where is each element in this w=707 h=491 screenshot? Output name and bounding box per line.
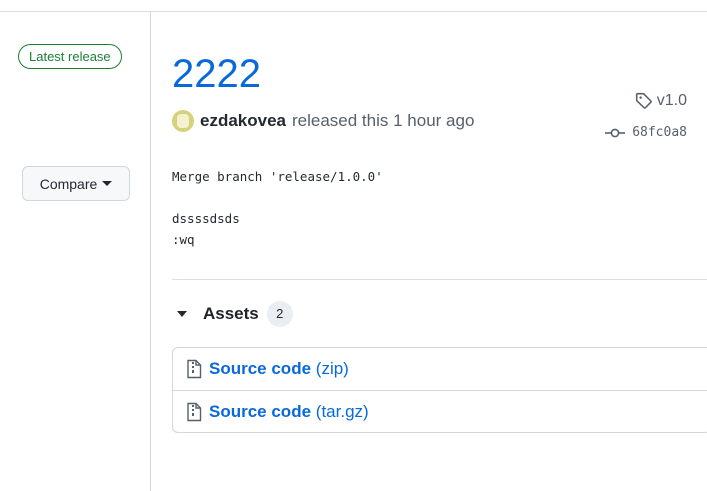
- tag-label: v1.0: [656, 92, 687, 109]
- tag-link[interactable]: v1.0: [635, 92, 687, 110]
- asset-download-link[interactable]: Source code (zip): [209, 359, 349, 379]
- commit-sha: 68fc0a8: [632, 125, 687, 140]
- assets-toggle[interactable]: Assets 2: [172, 301, 293, 327]
- list-item: Source code (zip): [173, 348, 707, 390]
- assets-count-badge: 2: [266, 301, 293, 327]
- release-notes: Merge branch 'release/1.0.0' dssssdsds :…: [172, 166, 383, 250]
- notes-line: dssssdsds: [172, 211, 240, 226]
- asset-name: Source code: [209, 401, 312, 421]
- release-byline: ezdakovea released this 1 hour ago: [172, 110, 474, 132]
- column-divider: [150, 12, 151, 491]
- asset-ext: (tar.gz): [315, 401, 369, 421]
- file-zip-icon: [187, 359, 202, 379]
- section-divider: [172, 279, 707, 280]
- assets-heading: Assets: [203, 304, 259, 323]
- list-item: Source code (tar.gz): [173, 390, 707, 432]
- compare-button[interactable]: Compare: [22, 166, 130, 201]
- assets-list: Source code (zip) Source code (tar.gz): [172, 347, 707, 433]
- compare-label: Compare: [39, 175, 98, 192]
- release-sidebar: [0, 12, 150, 491]
- asset-ext: (zip): [315, 359, 349, 378]
- author-link[interactable]: ezdakovea: [200, 111, 286, 131]
- asset-name: Source code: [209, 359, 312, 378]
- latest-release-badge: Latest release: [18, 44, 122, 69]
- git-commit-icon: [605, 128, 626, 137]
- notes-line: Merge branch 'release/1.0.0': [172, 169, 383, 184]
- released-text: released this 1 hour ago: [292, 111, 475, 130]
- asset-download-link[interactable]: Source code (tar.gz): [209, 402, 369, 422]
- triangle-down-icon: [177, 311, 187, 317]
- commit-link[interactable]: 68fc0a8: [605, 125, 687, 140]
- avatar[interactable]: [172, 110, 194, 132]
- notes-line: :wq: [172, 232, 195, 247]
- release-title[interactable]: 2222: [172, 50, 261, 98]
- chevron-down-icon: [102, 181, 113, 186]
- tag-icon: [635, 92, 652, 109]
- file-zip-icon: [187, 402, 202, 421]
- notes-line: [172, 187, 383, 208]
